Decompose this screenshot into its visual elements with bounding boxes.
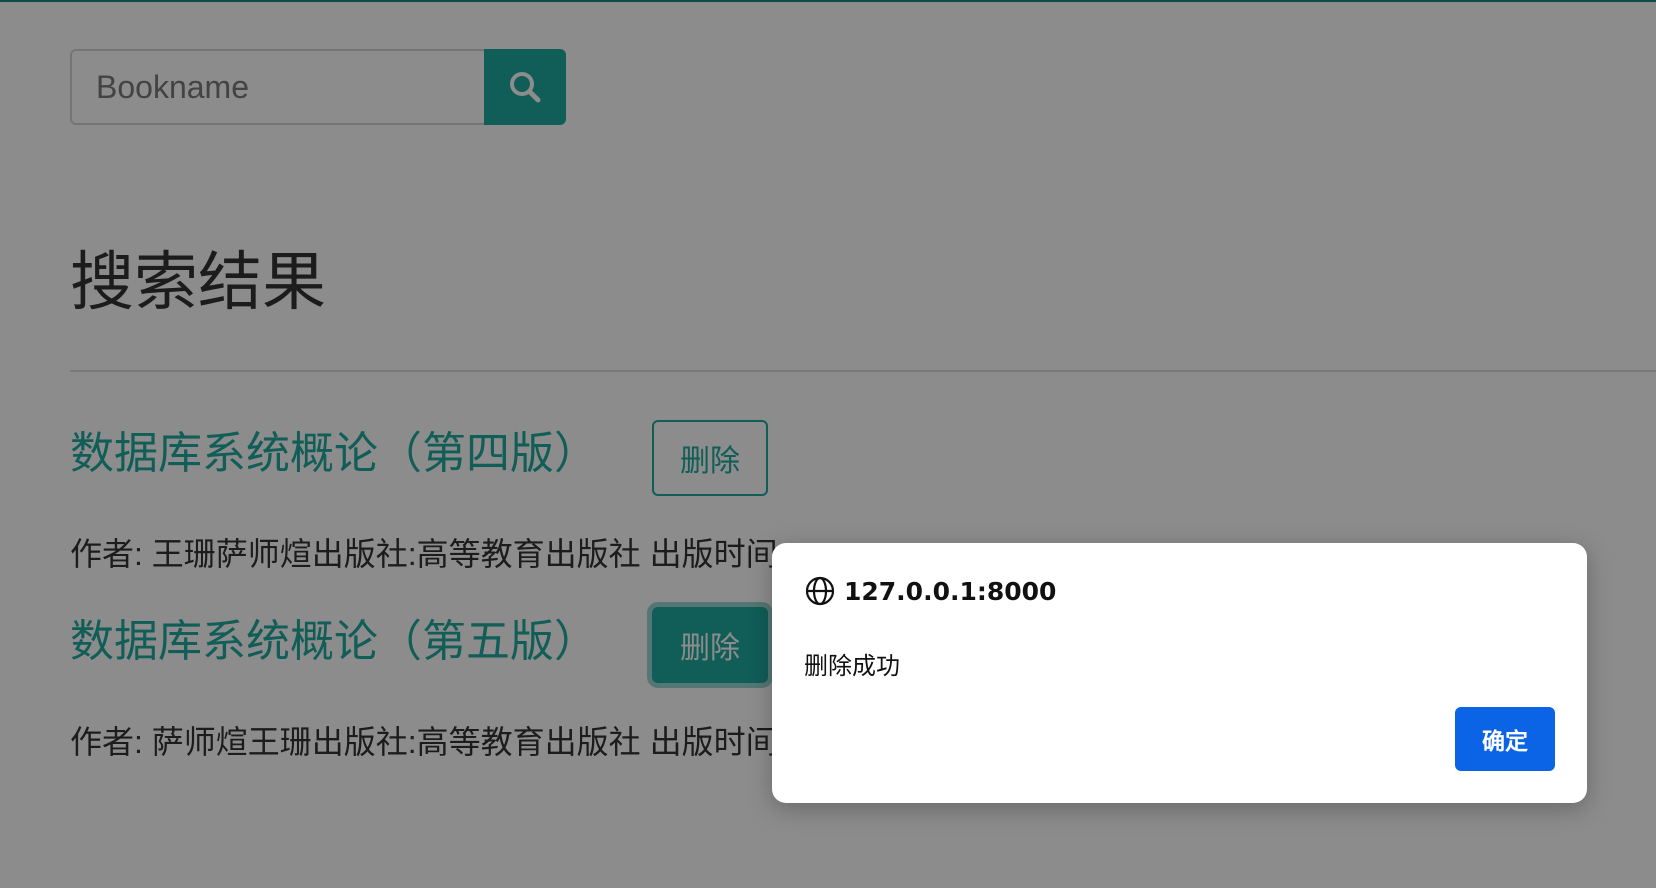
dialog-message: 删除成功	[804, 653, 900, 680]
dialog-header: 127.0.0.1:8000	[804, 575, 1056, 607]
globe-icon	[805, 576, 835, 606]
ok-button[interactable]: 确定	[1455, 707, 1555, 771]
dialog-origin: 127.0.0.1:8000	[844, 576, 1057, 606]
alert-dialog: 127.0.0.1:8000 删除成功 确定	[772, 543, 1587, 803]
